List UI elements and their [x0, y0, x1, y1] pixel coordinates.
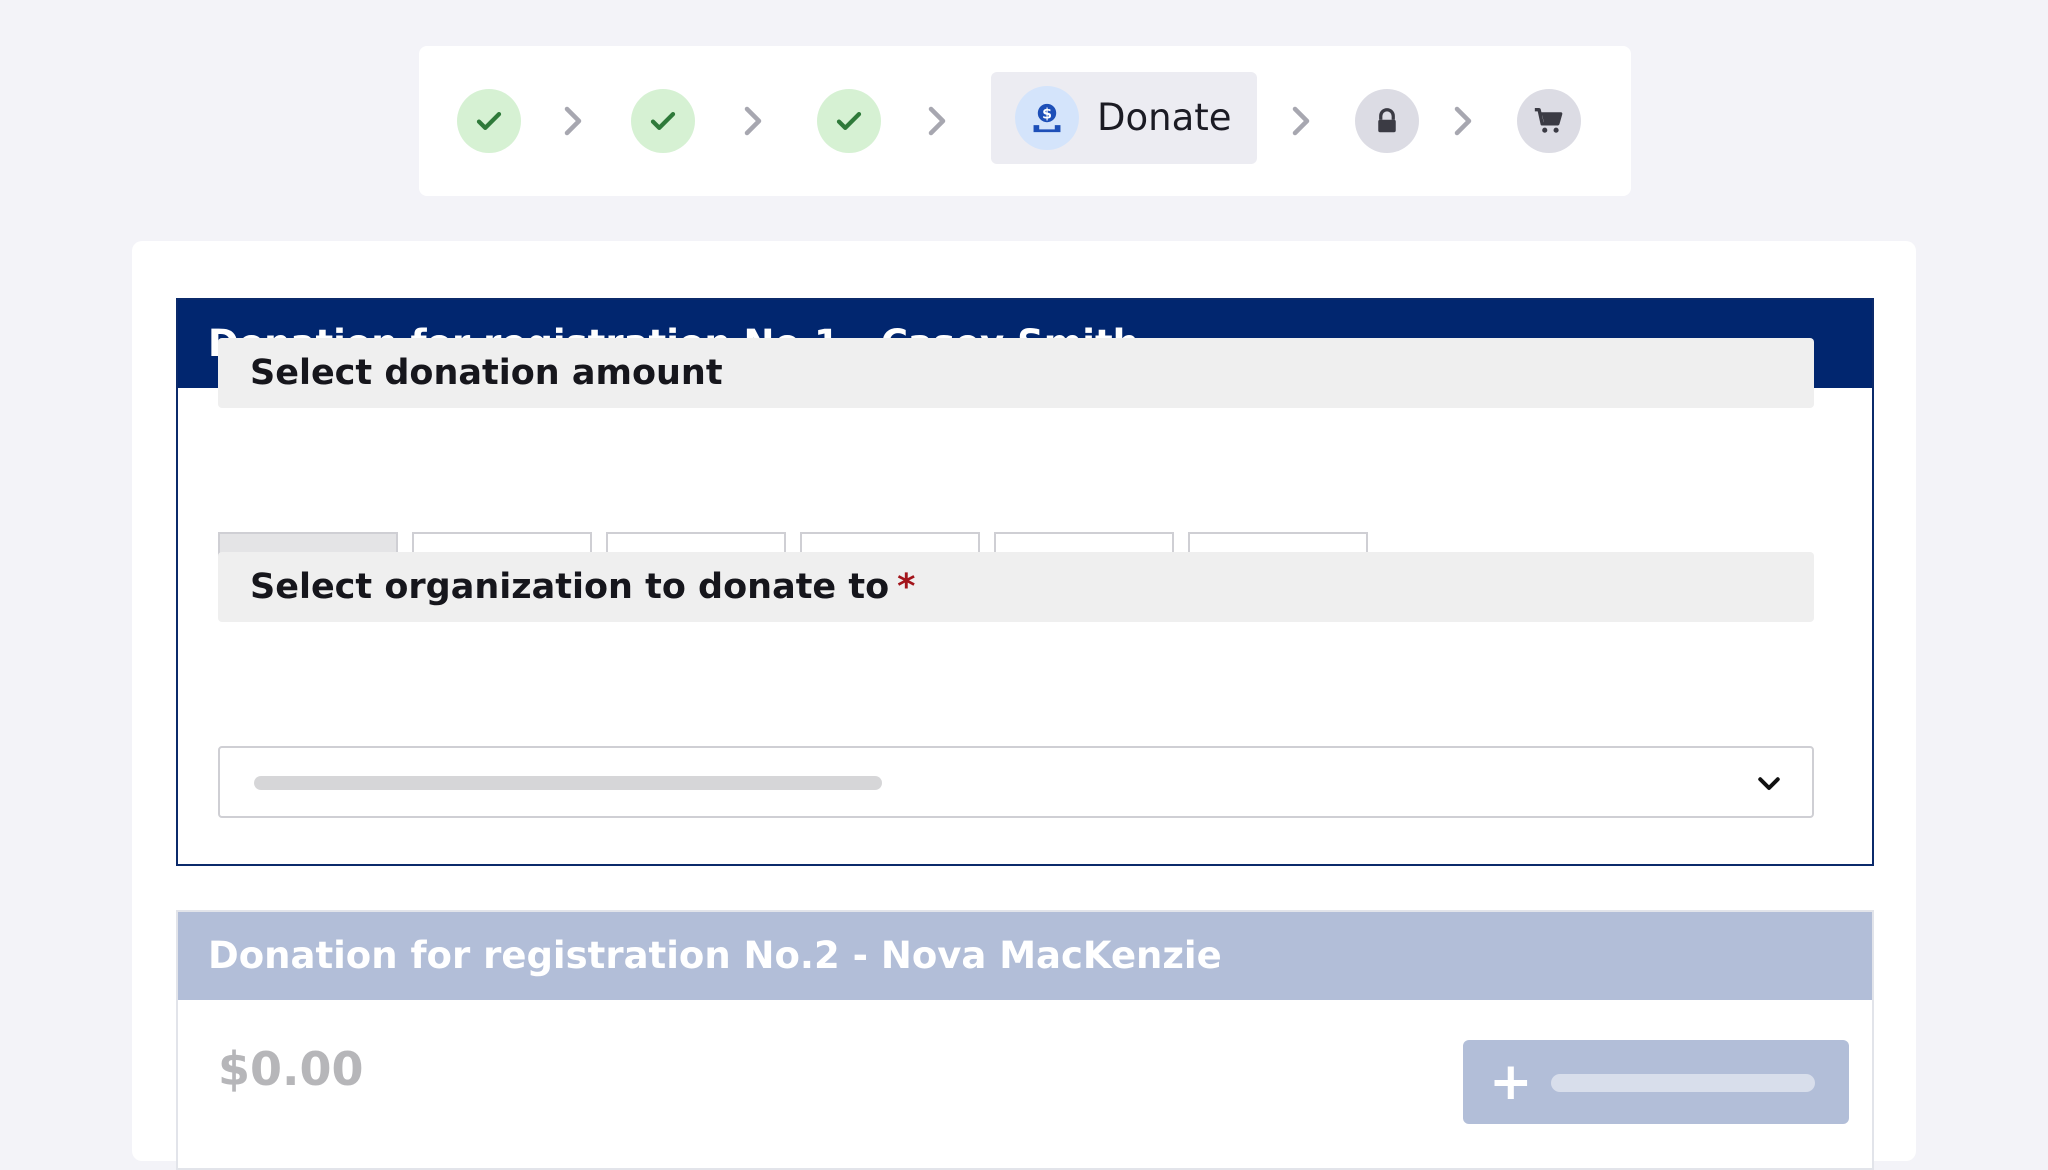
- step-donate-label: Donate: [1097, 96, 1232, 139]
- step-3-complete[interactable]: [817, 89, 881, 153]
- organization-section-label: Select organization to donate to *: [250, 552, 915, 622]
- donation-total: $0.00: [218, 1042, 364, 1096]
- registration-1-panel: Donation for registration No.1 - Casey S…: [176, 298, 1874, 866]
- check-icon: [836, 112, 862, 130]
- amount-section-label: Select donation amount: [250, 353, 723, 393]
- step-6-cart: [1517, 89, 1581, 153]
- step-5-locked: [1355, 89, 1419, 153]
- add-button-placeholder: [1551, 1074, 1815, 1092]
- registration-2-panel: Donation for registration No.2 - Nova Ma…: [176, 910, 1874, 1170]
- chevron-right-icon: [1292, 106, 1310, 136]
- registration-2-title: Donation for registration No.2 - Nova Ma…: [208, 934, 1222, 977]
- donate-icon: $: [1015, 86, 1079, 150]
- registration-2-header[interactable]: Donation for registration No.2 - Nova Ma…: [178, 912, 1872, 1000]
- plus-icon: +: [1489, 1052, 1533, 1112]
- progress-stepper: $ Donate: [419, 46, 1631, 196]
- organization-section-text: Select organization to donate to: [250, 567, 890, 607]
- lock-icon: [1378, 108, 1396, 133]
- organization-section-header: Select organization to donate to *: [218, 552, 1814, 622]
- organization-select[interactable]: [218, 746, 1814, 818]
- chevron-right-icon: [744, 106, 762, 136]
- amount-section-header: Select donation amount: [218, 338, 1814, 408]
- check-icon: [476, 112, 502, 130]
- chevron-right-icon: [928, 106, 946, 136]
- step-2-complete[interactable]: [631, 89, 695, 153]
- cart-icon: [1534, 107, 1563, 133]
- organization-placeholder: [254, 776, 882, 790]
- step-donate-active[interactable]: $ Donate: [991, 72, 1257, 164]
- chevron-down-icon: [1758, 777, 1780, 790]
- svg-text:$: $: [1042, 106, 1052, 122]
- step-1-complete[interactable]: [457, 89, 521, 153]
- check-icon: [650, 112, 676, 130]
- add-donation-button[interactable]: +: [1463, 1040, 1849, 1124]
- required-marker: *: [897, 567, 916, 607]
- chevron-right-icon: [1454, 106, 1472, 136]
- chevron-right-icon: [564, 106, 582, 136]
